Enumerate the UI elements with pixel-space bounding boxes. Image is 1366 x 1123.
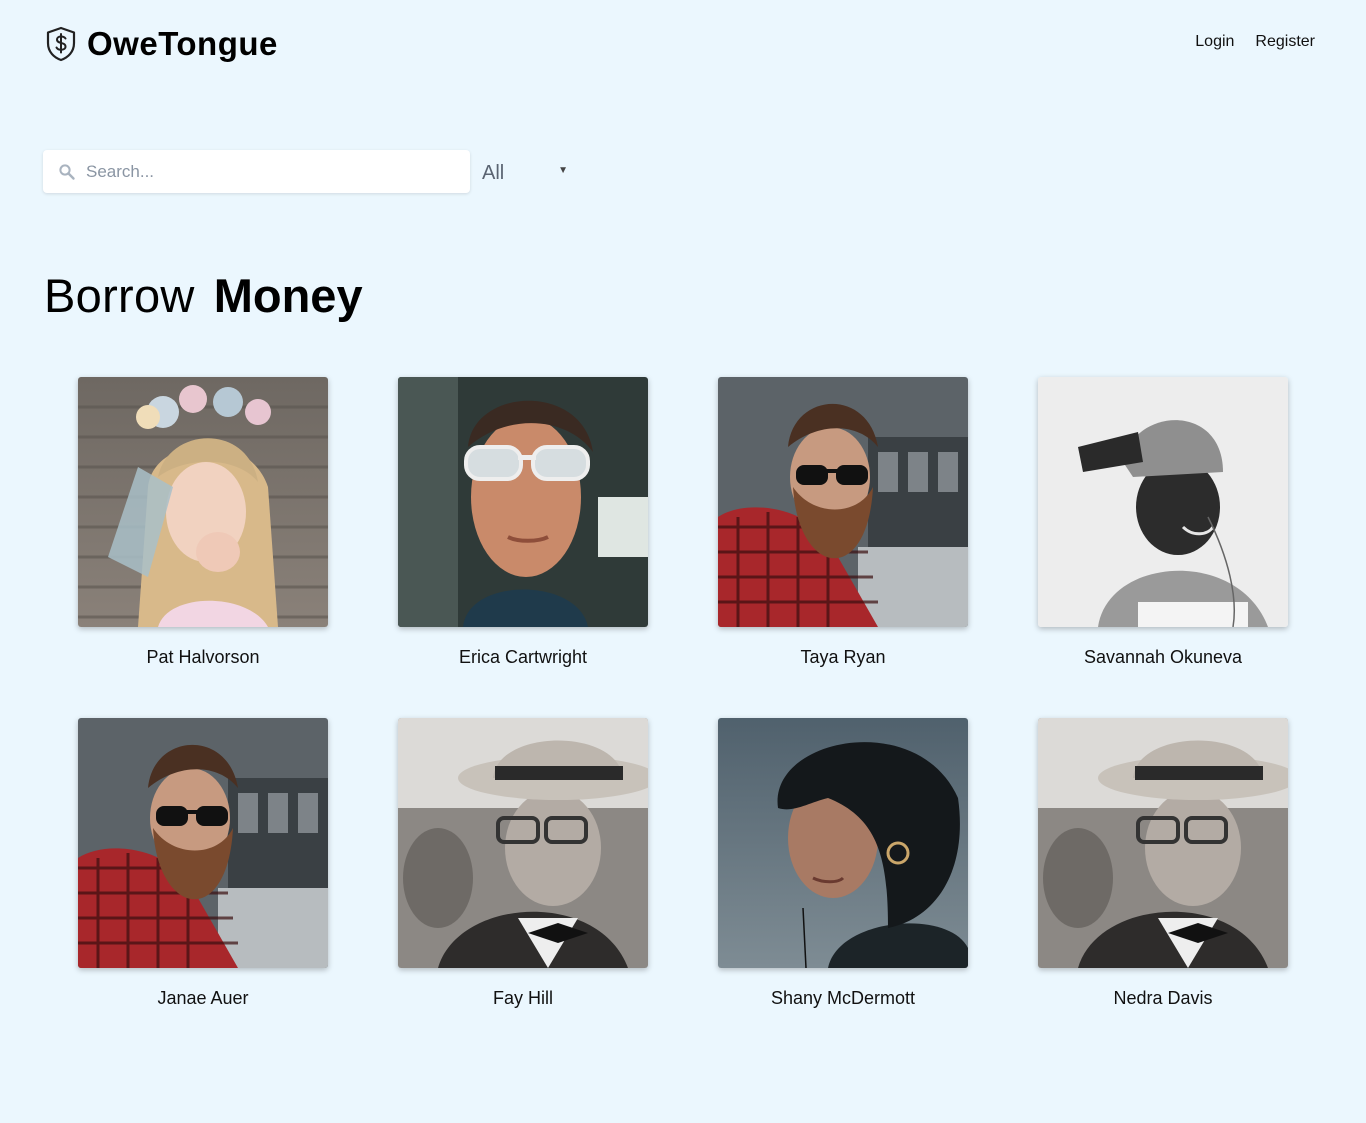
- person-name: Nedra Davis: [1113, 988, 1213, 1008]
- brand-logo-link[interactable]: OweTongue: [45, 25, 278, 63]
- person-photo: [1038, 377, 1288, 627]
- person-card[interactable]: Nedra Davis: [1038, 718, 1288, 1018]
- person-card[interactable]: Pat Halvorson: [78, 377, 328, 677]
- person-photo: [398, 377, 648, 627]
- person-card[interactable]: Shany McDermott: [718, 718, 968, 1018]
- portrait-image: [78, 377, 328, 627]
- person-card[interactable]: Erica Cartwright: [398, 377, 648, 677]
- category-filter-select[interactable]: All ▼: [482, 157, 572, 189]
- person-photo: [398, 718, 648, 968]
- portrait-image: [718, 718, 968, 968]
- person-photo: [718, 377, 968, 627]
- person-name: Savannah Okuneva: [1083, 647, 1243, 667]
- page-title-bold: Money: [213, 269, 363, 322]
- register-link[interactable]: Register: [1255, 33, 1315, 51]
- filter-selected-value: All: [482, 161, 505, 184]
- header: OweTongue Login Register: [0, 0, 1366, 90]
- person-name: Taya Ryan: [800, 647, 886, 667]
- person-name: Shany McDermott: [770, 988, 916, 1008]
- portrait-image: [1038, 377, 1288, 627]
- portrait-image: [718, 377, 968, 627]
- login-link[interactable]: Login: [1195, 33, 1234, 51]
- person-card[interactable]: Savannah Okuneva: [1038, 377, 1288, 677]
- shield-dollar-icon: [46, 26, 76, 62]
- portrait-image: [398, 718, 648, 968]
- page-title: Borrow Money: [44, 268, 363, 323]
- search-icon: [59, 163, 75, 180]
- page-title-light: Borrow: [44, 269, 195, 322]
- portrait-image: [78, 718, 328, 968]
- person-card[interactable]: Taya Ryan: [718, 377, 968, 677]
- person-name: Fay Hill: [492, 988, 553, 1008]
- page: OweTongue Login Register All ▼ Borrow Mo…: [0, 0, 1366, 1123]
- chevron-down-icon: ▼: [558, 165, 568, 176]
- top-nav: Login Register: [1195, 33, 1315, 51]
- brand-name: OweTongue: [87, 25, 278, 62]
- person-name: Janae Auer: [157, 988, 249, 1008]
- person-name: Erica Cartwright: [458, 647, 588, 667]
- person-photo: [78, 377, 328, 627]
- person-card[interactable]: Janae Auer: [78, 718, 328, 1018]
- search-input[interactable]: [86, 151, 446, 192]
- portrait-image: [398, 377, 648, 627]
- person-card[interactable]: Fay Hill: [398, 718, 648, 1018]
- person-name: Pat Halvorson: [146, 647, 260, 667]
- person-photo: [718, 718, 968, 968]
- portrait-image: [1038, 718, 1288, 968]
- person-photo: [1038, 718, 1288, 968]
- search-box: [43, 150, 470, 193]
- person-photo: [78, 718, 328, 968]
